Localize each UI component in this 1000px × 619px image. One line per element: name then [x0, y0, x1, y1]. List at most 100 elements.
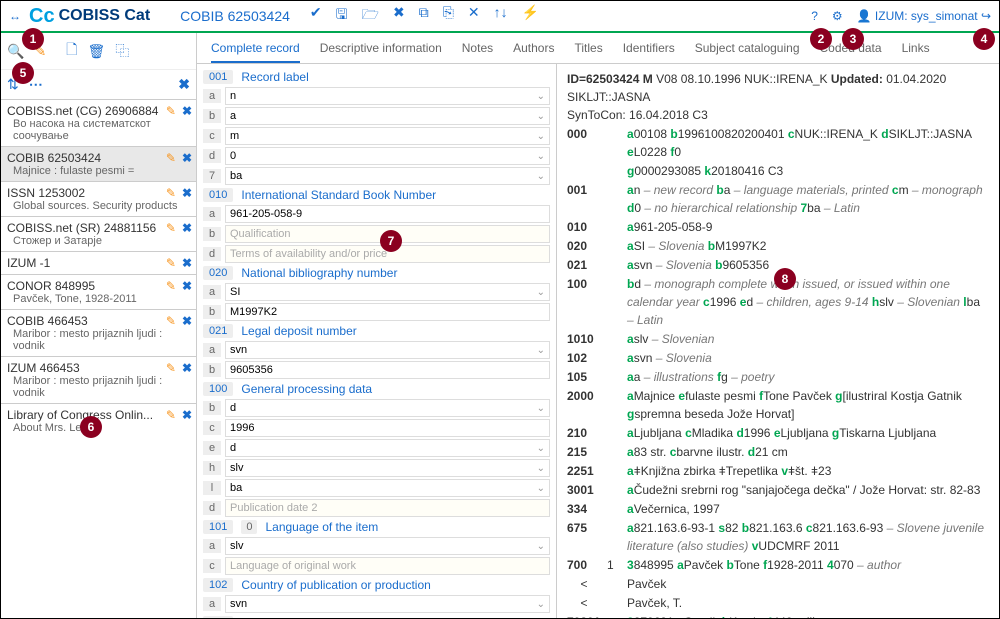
- back-icon[interactable]: ↔: [9, 9, 21, 23]
- subfield-value[interactable]: ba⌄: [225, 479, 550, 497]
- search-icon[interactable]: 🔍: [7, 43, 24, 60]
- field-tag[interactable]: 101: [203, 520, 233, 534]
- record-item[interactable]: IZUM 466453Maribor : mesto prijaznih lju…: [1, 356, 196, 403]
- subfield-code[interactable]: d: [203, 247, 221, 261]
- field-label[interactable]: International Standard Book Number: [241, 188, 436, 202]
- pencil-icon[interactable]: ✎: [166, 361, 176, 375]
- subfield-code[interactable]: c: [203, 421, 221, 435]
- logo[interactable]: Cᴄ COBISS Cat: [29, 5, 150, 28]
- close-icon[interactable]: ✖: [182, 256, 192, 270]
- close-icon[interactable]: ✖: [182, 279, 192, 293]
- gear-icon[interactable]: ⚙: [832, 9, 843, 23]
- pencil-icon[interactable]: ✎: [166, 408, 176, 422]
- subfield-code[interactable]: b: [203, 401, 221, 415]
- tab-authors[interactable]: Authors: [513, 41, 554, 55]
- subfield-code[interactable]: b: [203, 305, 221, 319]
- record-item[interactable]: ISSN 1253002Global sources. Security pro…: [1, 181, 196, 216]
- tab-titles[interactable]: Titles: [574, 41, 602, 55]
- subfield-value[interactable]: a⌄: [225, 107, 550, 125]
- subfield-value[interactable]: slv⌄: [225, 459, 550, 477]
- check-icon[interactable]: ✔: [310, 4, 322, 28]
- field-label[interactable]: General processing data: [241, 382, 372, 396]
- subfield-value[interactable]: n⌄: [225, 87, 550, 105]
- pencil-icon[interactable]: ✎: [166, 279, 176, 293]
- field-tag[interactable]: 010: [203, 188, 233, 202]
- subfield-value[interactable]: Publication date 2: [225, 499, 550, 517]
- close-icon[interactable]: ✖: [182, 221, 192, 235]
- field-tag[interactable]: 100: [203, 382, 233, 396]
- pencil-icon[interactable]: ✎: [166, 221, 176, 235]
- subfield-code[interactable]: a: [203, 207, 221, 221]
- subfield-value[interactable]: 0⌄: [225, 147, 550, 165]
- new-icon[interactable]: 🗋: [66, 39, 77, 63]
- subfield-value[interactable]: Language of original work: [225, 557, 550, 575]
- sort-icon[interactable]: ↑↓: [494, 4, 508, 28]
- tab-complete-record[interactable]: Complete record: [211, 41, 300, 63]
- help-icon[interactable]: ?: [811, 9, 818, 23]
- subfield-value[interactable]: 1996: [225, 419, 550, 437]
- subfield-code[interactable]: b: [203, 227, 221, 241]
- subfield-code[interactable]: a: [203, 343, 221, 357]
- subfield-code[interactable]: b: [203, 109, 221, 123]
- subfield-value[interactable]: ba⌄: [225, 167, 550, 185]
- field-tag[interactable]: 001: [203, 70, 233, 84]
- close-icon[interactable]: ✖: [182, 314, 192, 328]
- field-tag[interactable]: 021: [203, 324, 233, 338]
- close-icon[interactable]: ✖: [393, 4, 405, 28]
- subfield-code[interactable]: a: [203, 285, 221, 299]
- user-label[interactable]: 👤 IZUM: sys_simonat ↪: [857, 9, 991, 23]
- record-item[interactable]: COBIB 466453Maribor : mesto prijaznih lj…: [1, 309, 196, 356]
- copy-icon[interactable]: ⎘: [443, 4, 454, 28]
- subfield-code[interactable]: b: [203, 363, 221, 377]
- tab-notes[interactable]: Notes: [462, 41, 493, 55]
- delete-icon[interactable]: 🗑: [87, 43, 105, 60]
- subfield-code[interactable]: c: [203, 559, 221, 573]
- record-item[interactable]: IZUM -1 ✎ ✖: [1, 251, 196, 274]
- record-item[interactable]: COBISS.net (CG) 26906884Во насока на сис…: [1, 99, 196, 146]
- close-all-icon[interactable]: ✖: [178, 76, 190, 93]
- close-icon[interactable]: ✖: [182, 104, 192, 118]
- pencil-icon[interactable]: ✎: [166, 314, 176, 328]
- pencil-icon[interactable]: ✎: [166, 151, 176, 165]
- wand-icon[interactable]: ⚡: [522, 4, 539, 28]
- subfield-code[interactable]: d: [203, 149, 221, 163]
- subfield-value[interactable]: d⌄: [225, 399, 550, 417]
- subfield-value[interactable]: m⌄: [225, 127, 550, 145]
- field-label[interactable]: Textual material, monographic: [241, 616, 401, 618]
- shuffle-icon[interactable]: ✕: [468, 4, 480, 28]
- close-icon[interactable]: ✖: [182, 151, 192, 165]
- tab-subject-cataloguing[interactable]: Subject cataloguing: [695, 41, 800, 55]
- pencil-icon[interactable]: ✎: [166, 186, 176, 200]
- field-label[interactable]: National bibliography number: [241, 266, 397, 280]
- close-icon[interactable]: ✖: [182, 186, 192, 200]
- save-icon[interactable]: 🖫: [336, 4, 348, 28]
- tab-identifiers[interactable]: Identifiers: [623, 41, 675, 55]
- subfield-value[interactable]: svn⌄: [225, 595, 550, 613]
- tab-links[interactable]: Links: [902, 41, 930, 55]
- field-tag[interactable]: 020: [203, 266, 233, 280]
- close-icon[interactable]: ✖: [182, 408, 192, 422]
- subfield-code[interactable]: 7: [203, 169, 221, 183]
- subfield-code[interactable]: l: [203, 481, 221, 495]
- field-tag[interactable]: 102: [203, 578, 233, 592]
- subfield-value[interactable]: SI⌄: [225, 283, 550, 301]
- subfield-value[interactable]: 9605356: [225, 361, 550, 379]
- subfield-code[interactable]: c: [203, 129, 221, 143]
- field-label[interactable]: Language of the item: [265, 520, 378, 534]
- subfield-value[interactable]: d⌄: [225, 439, 550, 457]
- record-item[interactable]: COBIB 62503424Majnice : fulaste pesmi = …: [1, 146, 196, 181]
- folder-icon[interactable]: 🗁: [362, 4, 379, 28]
- field-label[interactable]: Record label: [241, 70, 308, 84]
- close-icon[interactable]: ✖: [182, 361, 192, 375]
- subfield-code[interactable]: a: [203, 597, 221, 611]
- pencil-icon[interactable]: ✎: [166, 256, 176, 270]
- subfield-code[interactable]: h: [203, 461, 221, 475]
- subfield-value[interactable]: svn⌄: [225, 341, 550, 359]
- field-label[interactable]: Legal deposit number: [241, 324, 356, 338]
- field-label[interactable]: Country of publication or production: [241, 578, 430, 592]
- record-item[interactable]: CONOR 848995Pavček, Tone, 1928-2011 ✎ ✖: [1, 274, 196, 309]
- subfield-value[interactable]: M1997K2: [225, 303, 550, 321]
- duplicate-icon[interactable]: ⿻: [115, 41, 129, 61]
- subfield-code[interactable]: e: [203, 441, 221, 455]
- field-tag[interactable]: 105: [203, 616, 233, 618]
